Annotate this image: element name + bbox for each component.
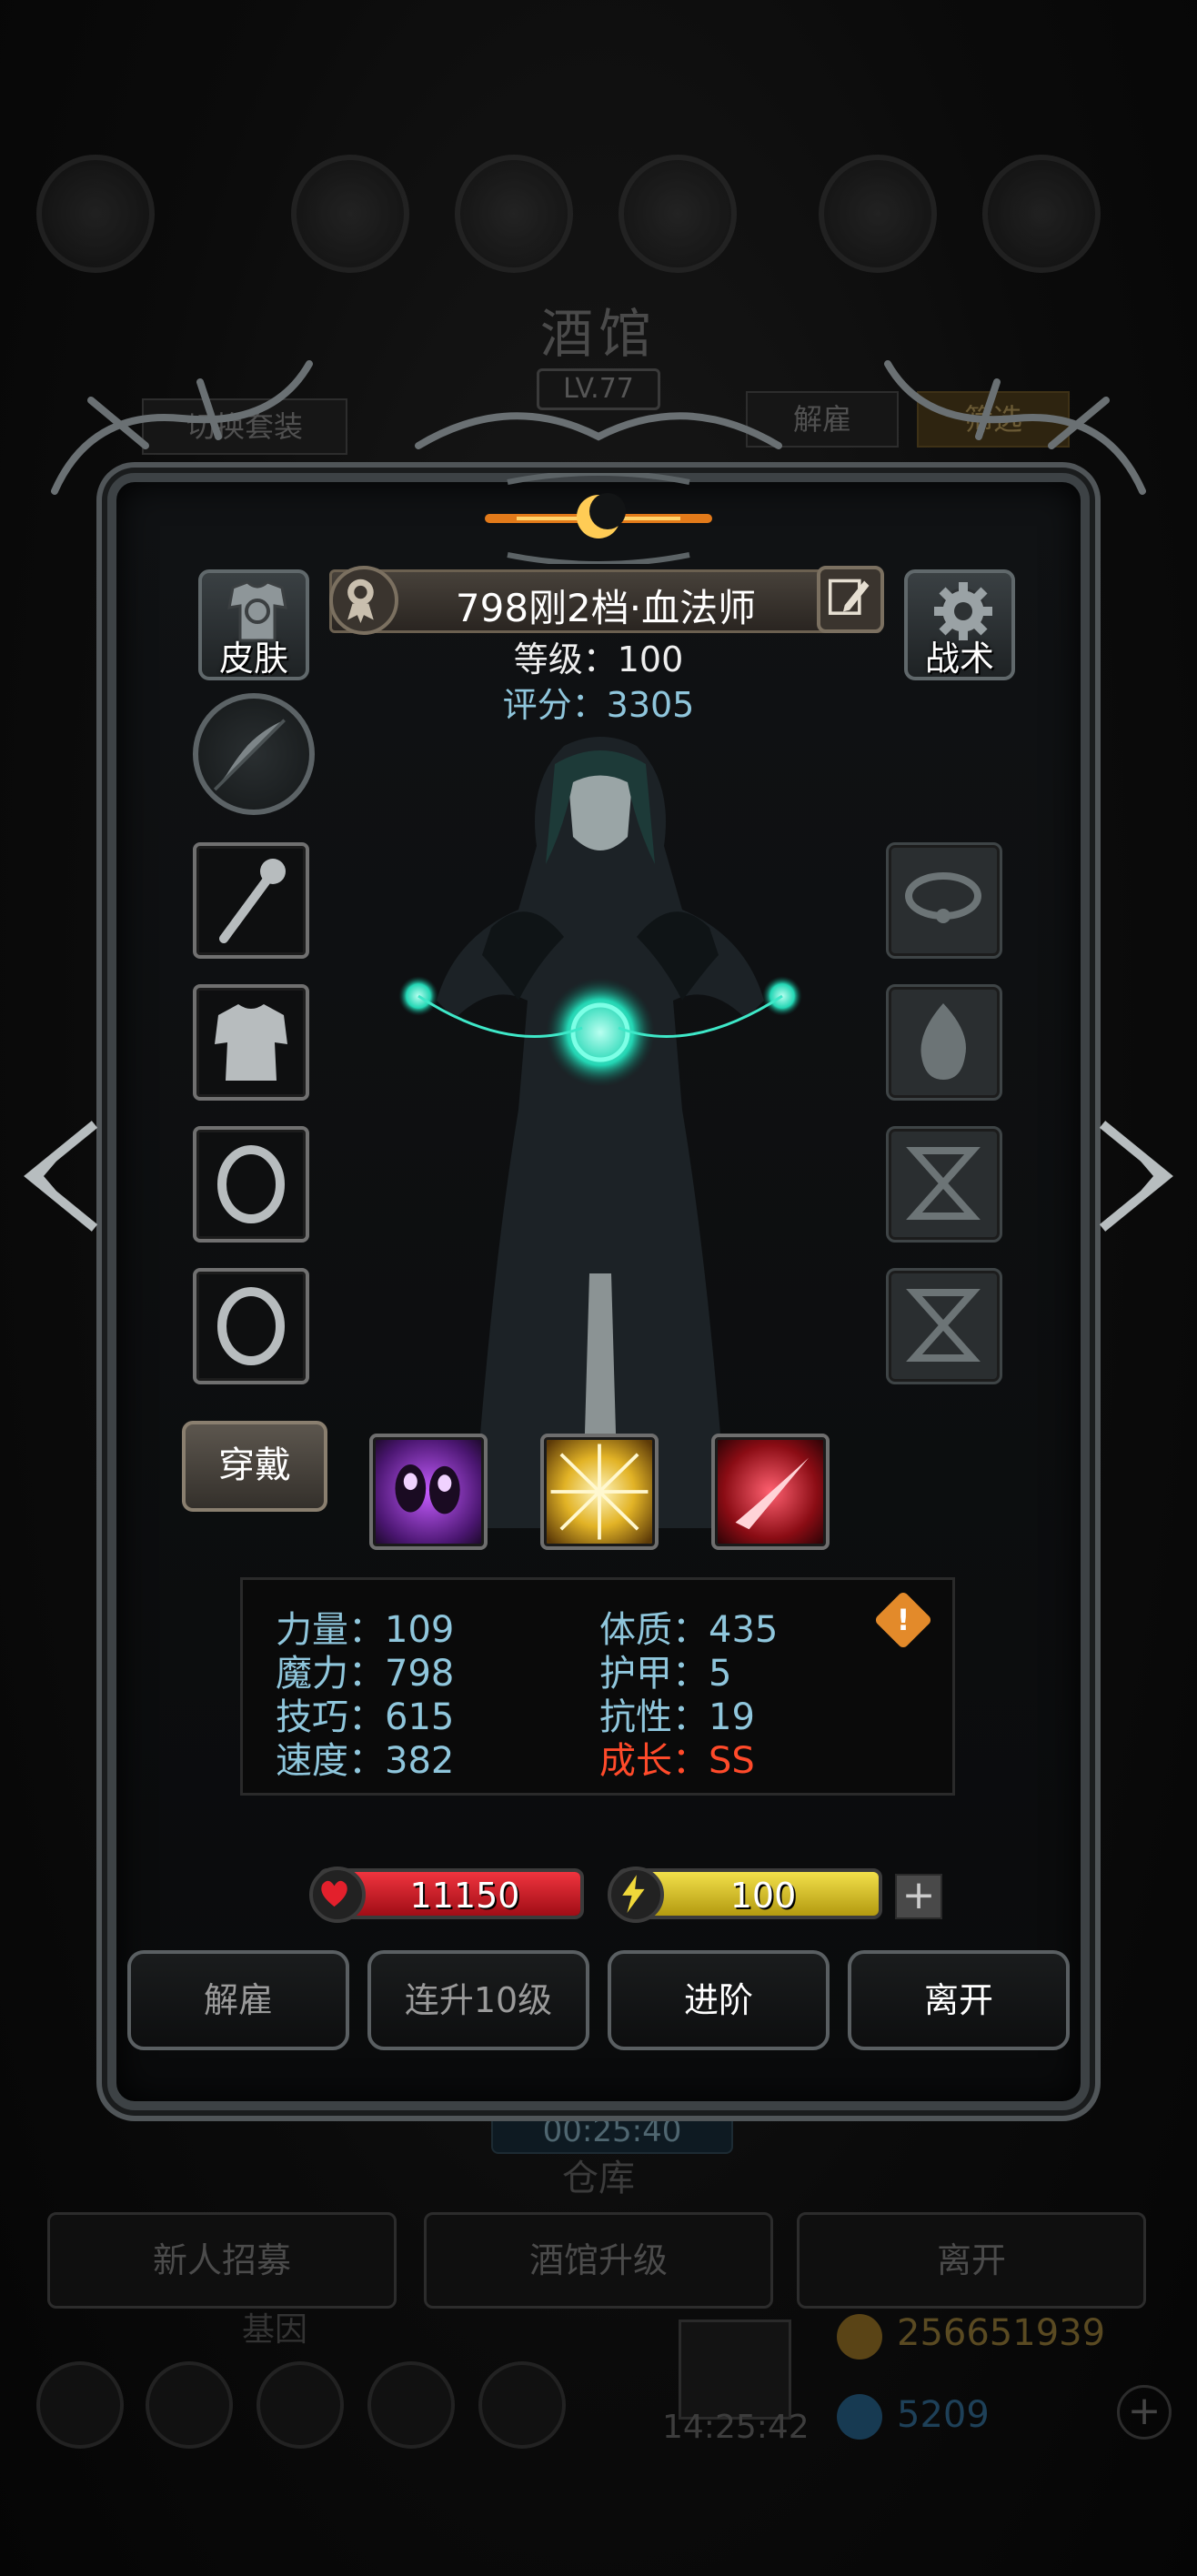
warehouse-label: 仓库 [562, 2158, 635, 2199]
hourglass-rune-icon [906, 1289, 981, 1362]
bg-timer: 00:25:40 [491, 2108, 733, 2154]
hero-score: 评分：3305 [502, 685, 695, 725]
leave-button[interactable]: 离开 [848, 1950, 1070, 2050]
chest-armor-icon [215, 1004, 287, 1081]
medal-icon-graphic [347, 579, 374, 624]
bg-nav-icon[interactable] [478, 2361, 566, 2449]
rune-slot-1[interactable] [886, 1126, 1002, 1243]
skill-slot-2[interactable] [540, 1434, 659, 1550]
bg-nav-icon[interactable] [367, 2361, 455, 2449]
necklace-icon [905, 872, 981, 923]
add-currency-button[interactable]: + [1117, 2385, 1172, 2440]
hourglass-rune-icon [906, 1147, 981, 1220]
warning-icon[interactable]: ! [873, 1590, 933, 1650]
energy-value: 100 [729, 1876, 797, 1916]
bg-menu-icon [619, 155, 737, 273]
hero-name: 798刚2档·血法师 [455, 586, 757, 630]
gold-amount: 256651939 [897, 2312, 1106, 2354]
ring-slot-1[interactable] [193, 1126, 309, 1243]
bg-menu-icon [455, 155, 573, 273]
advance-button[interactable]: 进阶 [608, 1950, 830, 2050]
holy-burst-skill-icon [550, 1444, 649, 1540]
medal-icon[interactable] [329, 566, 398, 635]
hero-stats-panel: 力量：109 魔力：798 技巧：615 速度：382 体质：435 护甲：5 … [240, 1577, 955, 1796]
weapon-slot[interactable] [193, 842, 309, 959]
necklace-slot[interactable] [886, 842, 1002, 959]
energy-bar: 100 [608, 1867, 882, 1923]
background-top-icon-row [36, 146, 1161, 273]
switch-outfit-button[interactable]: 切换套装 [142, 398, 347, 455]
edit-pencil-icon [828, 579, 870, 615]
tavern-title: 酒馆 [539, 303, 657, 365]
upgrade-tavern-button[interactable]: 酒馆升级 [424, 2212, 773, 2309]
bg-menu-icon [291, 155, 409, 273]
warning-mark: ! [896, 1603, 910, 1637]
moon-emblem-icon [485, 473, 712, 564]
gem-amount: 5209 [897, 2394, 990, 2436]
hp-bar: 11150 [309, 1867, 584, 1923]
rename-edit-button[interactable] [817, 566, 884, 633]
previous-hero-arrow-icon[interactable] [13, 1117, 104, 1235]
fire-icon [920, 1003, 966, 1080]
next-hero-arrow-icon[interactable] [1093, 1117, 1184, 1235]
quill-slot[interactable] [193, 693, 315, 815]
quill-feather-icon [213, 719, 286, 791]
wear-button[interactable]: 穿戴 [182, 1421, 327, 1512]
hero-character-portrait [398, 737, 802, 1528]
bg-leave-button[interactable]: 离开 [797, 2212, 1146, 2309]
skill-slot-1[interactable] [369, 1434, 488, 1550]
add-energy-button[interactable]: + [895, 1874, 942, 1919]
filter-tab-button[interactable]: 筛选 [917, 391, 1070, 448]
level-up-10-button[interactable]: 连升10级 [367, 1950, 589, 2050]
bg-clock: 14:25:42 [662, 2409, 810, 2446]
staff-icon [219, 859, 286, 943]
gift-box-icon[interactable] [679, 2319, 791, 2420]
dismiss-button[interactable]: 解雇 [127, 1950, 349, 2050]
hero-level: 等级：100 [513, 639, 684, 679]
hp-value: 11150 [409, 1876, 520, 1916]
bg-menu-icon [819, 155, 937, 273]
blood-slash-skill-icon [735, 1457, 810, 1530]
gold-coin-icon [837, 2314, 882, 2360]
tavern-level-badge: LV.77 [537, 368, 660, 410]
gem-icon [837, 2394, 882, 2440]
bg-avatar-icon [36, 155, 155, 273]
skill-slot-3[interactable] [711, 1434, 830, 1550]
bg-nav-icon[interactable] [36, 2361, 124, 2449]
ring-icon [217, 1145, 285, 1223]
ring-slot-2[interactable] [193, 1268, 309, 1384]
dismiss-tab-button[interactable]: 解雇 [746, 391, 899, 448]
element-slot[interactable] [886, 984, 1002, 1101]
bg-nav-icon[interactable] [256, 2361, 344, 2449]
rune-slot-2[interactable] [886, 1268, 1002, 1384]
shadow-skill-icon [395, 1464, 460, 1514]
stat-growth: 成长：SS [599, 1740, 755, 1782]
hero-name-bar: 798刚2档·血法师 [329, 569, 882, 633]
bg-menu-icon [982, 155, 1101, 273]
bg-nav-icon[interactable] [146, 2361, 233, 2449]
armor-slot[interactable] [193, 984, 309, 1101]
ring-icon [217, 1287, 285, 1365]
stat-speed: 速度：382 [276, 1740, 455, 1782]
recruit-button[interactable]: 新人招募 [47, 2212, 397, 2309]
bg-stone-label: 基因 [242, 2311, 308, 2349]
